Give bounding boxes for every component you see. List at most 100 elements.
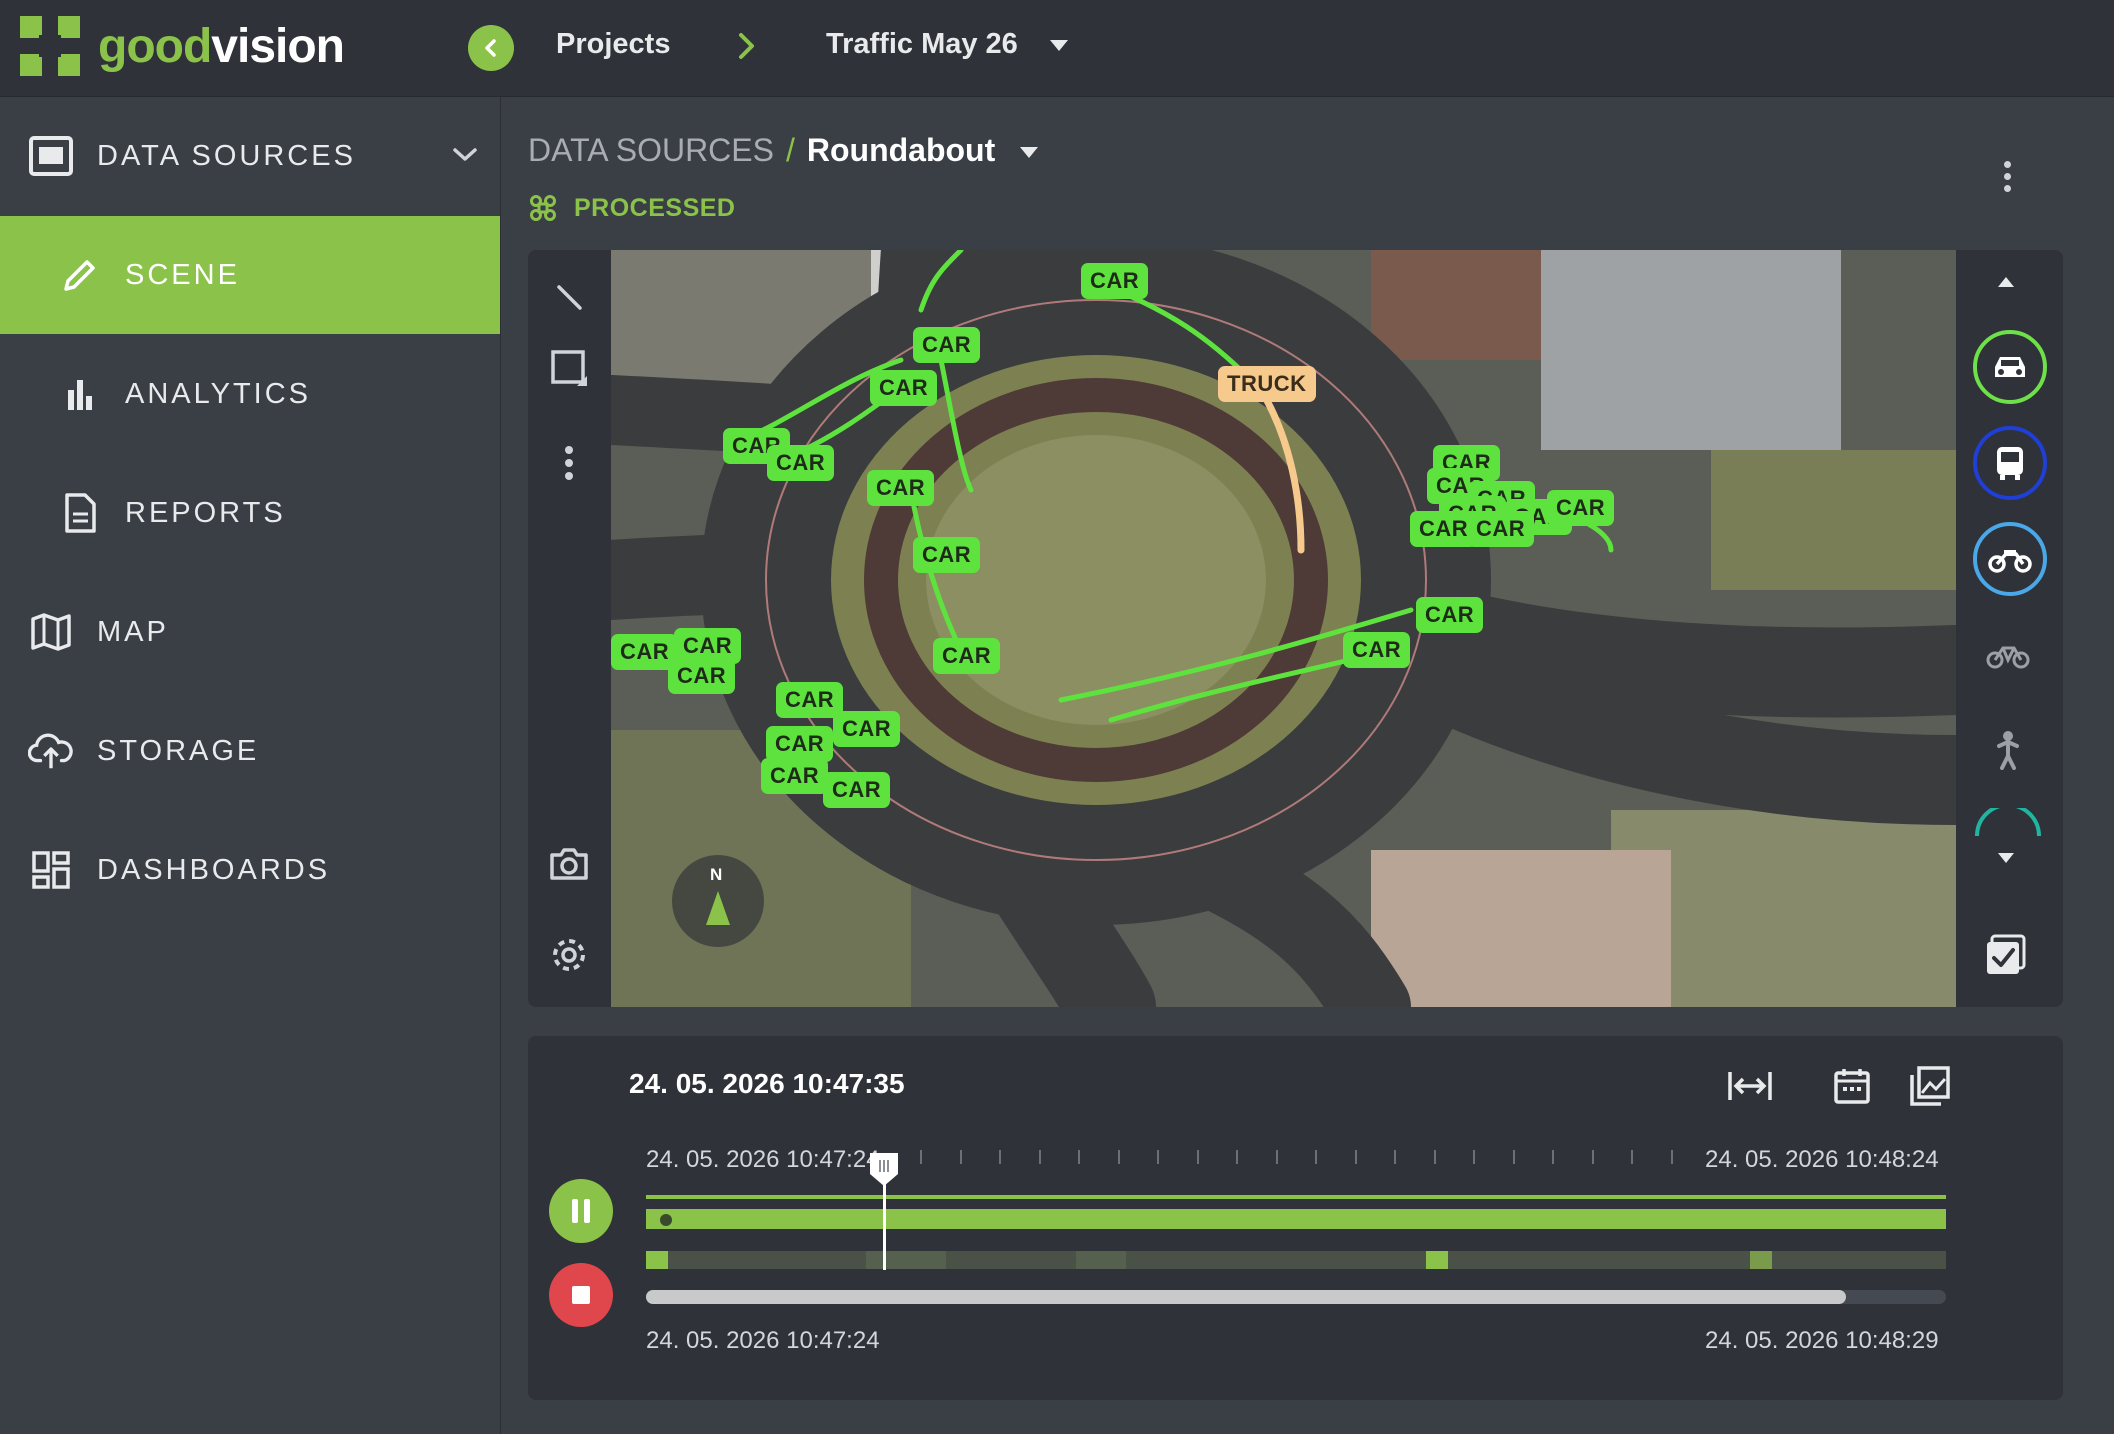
more-tools-icon[interactable] [546,440,592,486]
pause-icon [572,1199,590,1223]
pedestrian-filter-button[interactable] [1973,715,2043,785]
bus-filter-button[interactable] [1973,426,2047,500]
detection-label[interactable]: CAR [776,682,844,718]
motorcycle-filter-button[interactable] [1973,522,2047,596]
detection-label[interactable]: CAR [870,370,938,406]
sidebar-item-data-sources[interactable]: DATA SOURCES [0,97,500,215]
timeline-top-line [646,1195,1946,1199]
sidebar-item-dashboards[interactable]: DASHBOARDS [0,811,500,929]
sidebar-item-storage[interactable]: STORAGE [0,692,500,810]
detection-label[interactable]: CAR [1467,511,1535,547]
timeline-tick [1315,1150,1317,1164]
projects-link[interactable]: Projects [556,28,670,61]
chevron-right-icon [739,33,754,59]
chevron-down-icon[interactable] [452,146,478,164]
detection-label[interactable]: CAR [913,327,981,363]
timeline-tick [1078,1150,1080,1164]
detection-label[interactable]: CAR [913,537,981,573]
detection-label[interactable]: CAR [823,772,891,808]
sidebar-item-label: ANALYTICS [125,377,312,410]
timeline-tick [1196,1150,1199,1164]
document-icon [57,490,103,536]
scroll-down-icon[interactable] [1997,852,2015,864]
data-source-selector[interactable]: Roundabout [807,132,995,168]
timeline-tick [1591,1150,1594,1164]
zone-tool-icon[interactable] [546,345,592,391]
detection-label[interactable]: CAR [1547,490,1615,526]
detection-label[interactable]: CAR [933,638,1001,674]
timeline-tick [959,1150,962,1164]
detection-label-truck[interactable]: TRUCK [1218,366,1316,402]
pause-button[interactable] [549,1179,613,1243]
car-filter-button[interactable] [1973,330,2047,404]
back-button[interactable] [468,25,514,71]
status-badge: PROCESSED [528,193,735,223]
stop-button[interactable] [549,1263,613,1327]
project-selector[interactable]: Traffic May 26 [826,28,1068,61]
sidebar-item-label: REPORTS [125,496,286,529]
sidebar-item-label: STORAGE [97,734,260,767]
logo-text: goodvision [98,19,345,73]
car-icon [1995,357,2025,377]
sidebar-item-analytics[interactable]: ANALYTICS [0,335,500,453]
detection-label[interactable]: CAR [761,758,829,794]
playhead-handle[interactable] [867,1150,901,1270]
line-tool-icon[interactable] [546,274,592,320]
breadcrumb: DATA SOURCES / Roundabout [528,132,1039,169]
sidebar-item-label: DASHBOARDS [97,853,331,886]
timeline-tick [999,1150,1001,1164]
window-start-label: 24. 05. 2026 10:47:24 [646,1146,880,1173]
timeline-tick [920,1150,922,1164]
progress-fill [646,1290,1846,1304]
calendar-icon[interactable] [1828,1062,1876,1110]
status-label: PROCESSED [574,193,736,222]
detection-label[interactable]: CAR [867,470,935,506]
detection-label[interactable]: CAR [833,711,901,747]
timeline-range-track[interactable] [646,1209,1946,1229]
timeline-tick [1631,1150,1633,1164]
bicycle-filter-button[interactable] [1973,620,2043,690]
sidebar-item-map[interactable]: MAP [0,573,500,691]
select-all-classes-button[interactable] [1976,926,2036,986]
compass-arrow-icon [706,891,730,925]
detection-label[interactable]: CAR [766,726,834,762]
pencil-icon [57,252,103,298]
detection-label[interactable]: CAR [668,658,736,694]
chevron-down-icon[interactable] [1020,147,1039,159]
pedestrian-icon [1997,731,2019,770]
more-options-button[interactable] [2000,158,2014,196]
detection-label[interactable]: CAR [767,445,835,481]
stop-icon [572,1286,590,1304]
window-end-label: 24. 05. 2026 10:48:24 [1705,1146,1939,1173]
compass-widget[interactable]: N [672,855,764,947]
detection-label[interactable]: CAR [1343,632,1411,668]
timeline-tick [1473,1150,1475,1164]
sidebar-item-reports[interactable]: REPORTS [0,454,500,572]
dashboard-icon [28,847,74,893]
sidebar-item-label: MAP [97,615,169,648]
current-datetime: 24. 05. 2026 10:47:35 [629,1068,905,1099]
motorcycle-icon [1988,550,2032,573]
progress-track[interactable] [646,1290,1946,1304]
camera-icon[interactable] [546,840,592,886]
image-gallery-icon[interactable] [1906,1062,1954,1110]
range-end-label: 24. 05. 2026 10:48:29 [1705,1327,1939,1354]
bicycle-icon [1986,646,2030,669]
timeline-tick [1236,1150,1238,1164]
scroll-up-icon[interactable] [1997,276,2015,288]
bar-chart-icon [57,371,103,417]
detection-label[interactable]: CAR [1081,263,1149,299]
settings-gear-icon[interactable] [546,932,592,978]
detection-label[interactable]: CAR [1416,597,1484,633]
cloud-upload-icon [28,728,74,774]
chevron-down-icon [1049,39,1068,51]
processed-icon [530,195,556,221]
sidebar-item-scene[interactable]: SCENE [0,216,500,334]
range-start-label: 24. 05. 2026 10:47:24 [646,1327,880,1354]
breadcrumb-parent[interactable]: DATA SOURCES [528,132,774,168]
fit-range-icon[interactable] [1726,1062,1774,1110]
timeline-tick [1433,1150,1436,1164]
timeline-tick [1670,1150,1673,1164]
goodvision-logo[interactable]: goodvision [20,16,345,76]
aerial-scene-view[interactable]: CAR CAR CAR CAR CAR CAR CAR CAR TRUCK CA… [611,250,1956,1007]
